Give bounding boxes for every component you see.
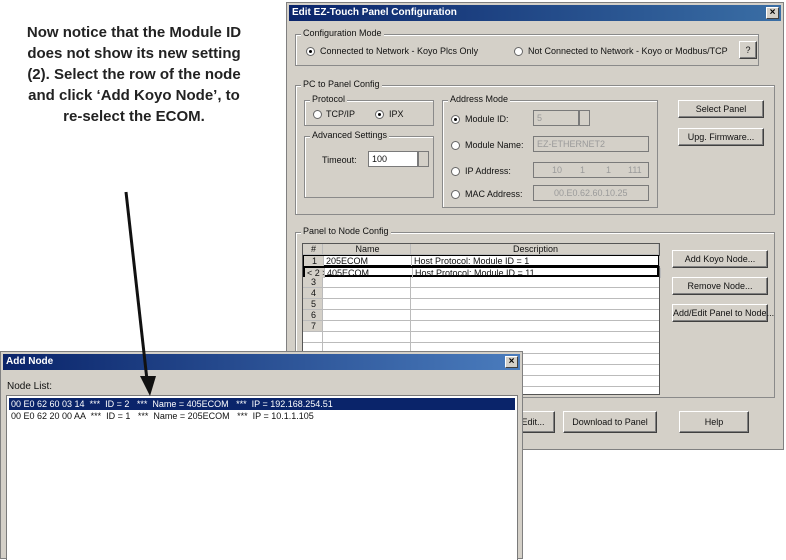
radio-module-id[interactable] [451,115,460,124]
module-id-label: Module ID: [465,114,509,124]
col-header-desc: Description [411,244,659,254]
config-window-title: Edit EZ-Touch Panel Configuration [292,7,457,18]
module-name-input[interactable]: EZ-ETHERNET2 [533,136,649,152]
node-row[interactable] [303,332,659,343]
node-row-name [323,288,411,298]
radio-not-connected[interactable] [514,47,523,56]
node-row-num: 7 [303,321,323,331]
add-node-title: Add Node [6,356,54,367]
help-button[interactable]: Help [679,411,749,433]
annotation-line: and click ‘Add Koyo Node’, to [28,87,240,104]
radio-connected-network-label: Connected to Network - Koyo Plcs Only [320,46,479,56]
radio-mac-address[interactable] [451,190,460,199]
node-row-num: 3 [303,277,323,287]
pc-to-panel-legend: PC to Panel Config [301,79,382,89]
address-mode-group: Address Mode Module ID: 5 Module Name: E… [442,94,658,208]
module-name-label: Module Name: [465,140,524,150]
mac-address-input[interactable]: 00.E0.62.60.10.25 [533,185,649,201]
advanced-settings-legend: Advanced Settings [310,130,390,140]
radio-not-connected-label: Not Connected to Network - Koyo or Modbu… [528,46,728,56]
node-row-num: 4 [303,288,323,298]
protocol-group: Protocol TCP/IP IPX [304,94,434,126]
ip-address-label: IP Address: [465,166,511,176]
add-node-window: Add Node × Node List: 00 E0 62 60 03 14 … [0,351,523,560]
node-row-name: 205ECOM [324,256,412,266]
add-node-close-button[interactable]: × [505,356,518,368]
address-mode-legend: Address Mode [448,94,511,104]
timeout-label: Timeout: [322,155,357,165]
ip-part: 1 [606,165,612,175]
download-to-panel-button[interactable]: Download to Panel [563,411,657,433]
node-row-name [323,299,411,309]
select-panel-button[interactable]: Select Panel [678,100,764,118]
node-row-num: 1 [304,256,324,266]
radio-module-name[interactable] [451,141,460,150]
col-header-name: Name [323,244,411,254]
config-mode-help-button[interactable]: ? [739,41,757,59]
config-window-titlebar[interactable]: Edit EZ-Touch Panel Configuration × [289,5,781,21]
protocol-legend: Protocol [310,94,348,104]
module-id-input[interactable]: 5 [533,110,579,126]
radio-connected-network[interactable] [306,47,315,56]
radio-tcpip[interactable] [313,110,322,119]
node-row-num: 6 [303,310,323,320]
node-row-name [323,321,411,331]
add-koyo-node-button[interactable]: Add Koyo Node... [672,250,768,268]
ip-part: 111 [628,165,642,175]
radio-ipx-label: IPX [389,109,404,119]
mac-address-label: MAC Address: [465,189,523,199]
annotation-line: Now notice that the Module ID [26,24,242,41]
add-node-titlebar[interactable]: Add Node × [3,354,520,370]
node-row-selected[interactable]: < 2 > 405ECOM Host Protocol: Module ID =… [303,266,661,278]
node-list-item-selected[interactable]: 00 E0 62 60 03 14 *** ID = 2 *** Name = … [9,398,515,410]
node-row-desc: Host Protocol: Module ID = 1 [412,256,660,266]
node-row-name [323,277,411,287]
col-header-num: # [303,244,323,254]
node-row[interactable]: 5 [303,299,659,310]
node-row-name [323,310,411,320]
upg-firmware-button[interactable]: Upg. Firmware... [678,128,764,146]
node-row[interactable]: 1 205ECOM Host Protocol: Module ID = 1 [303,255,660,266]
ip-part: 1 [580,165,586,175]
radio-tcpip-label: TCP/IP [326,109,356,119]
config-close-button[interactable]: × [766,7,779,19]
node-row[interactable]: 6 [303,310,659,321]
radio-ipx[interactable] [375,110,384,119]
ip-address-input[interactable]: 10 1 1 111 [533,162,649,178]
add-edit-panel-to-node-button[interactable]: Add/Edit Panel to Node... [672,304,774,322]
ip-part: 10 [552,165,563,175]
node-row[interactable]: 4 [303,288,659,299]
module-id-spinner[interactable] [579,110,590,126]
radio-ip-address[interactable] [451,167,460,176]
timeout-spinner[interactable] [418,151,429,167]
node-row[interactable]: 7 [303,321,659,332]
annotation-line: does not show its new setting [27,45,241,62]
remove-node-button[interactable]: Remove Node... [672,277,768,295]
advanced-settings-group: Advanced Settings Timeout: 100 [304,130,434,198]
node-list-item[interactable]: 00 E0 62 20 00 AA *** ID = 1 *** Name = … [9,410,515,422]
node-list-label: Node List: [7,381,53,392]
annotation-line: (2). Select the row of the node [27,66,241,83]
pc-to-panel-group: PC to Panel Config Protocol TCP/IP IPX A… [295,79,775,215]
panel-to-node-legend: Panel to Node Config [301,226,391,236]
configuration-mode-group: Configuration Mode Connected to Network … [295,28,759,66]
node-grid-header: # Name Description [303,244,659,255]
node-row-num: 5 [303,299,323,309]
annotation-line: re-select the ECOM. [63,108,205,125]
timeout-input[interactable]: 100 [368,151,418,167]
annotation-text: Now notice that the Module ID does not s… [0,22,268,127]
node-list[interactable]: 00 E0 62 60 03 14 *** ID = 2 *** Name = … [6,395,518,560]
configuration-mode-legend: Configuration Mode [301,28,384,38]
node-row[interactable]: 3 [303,277,659,288]
